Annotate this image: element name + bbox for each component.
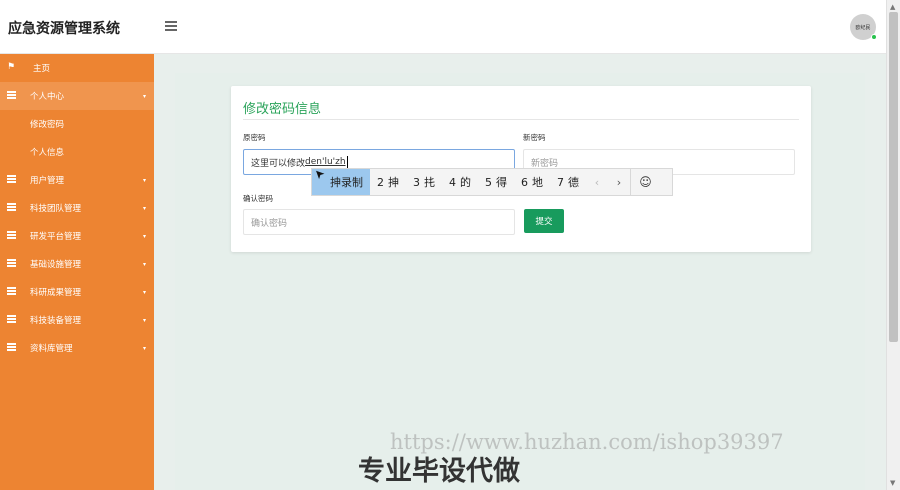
scroll-up-icon[interactable]: ▲ — [890, 3, 895, 11]
confirm-password-placeholder: 确认密码 — [251, 218, 288, 229]
watermark-text: 专业毕设代做 — [358, 456, 520, 487]
ime-emoji-icon[interactable]: ☺ — [630, 169, 660, 195]
menu-toggle-icon[interactable] — [165, 21, 177, 31]
flag-icon: ⚑ — [7, 62, 16, 72]
list-icon — [7, 91, 16, 100]
sidebar-item-database[interactable]: 资料库管理 ▾ — [0, 334, 154, 362]
sidebar-item-rd-platform[interactable]: 研发平台管理 ▾ — [0, 222, 154, 250]
ime-prev-page-icon[interactable]: ‹ — [586, 176, 608, 189]
scroll-thumb[interactable] — [889, 12, 898, 342]
sidebar-item-label: 个人中心 — [30, 92, 65, 102]
chevron-down-icon: ▾ — [142, 260, 146, 268]
sidebar-item-label: 资料库管理 — [30, 344, 73, 354]
chevron-down-icon: ▾ — [142, 204, 146, 212]
sidebar-item-home[interactable]: ⚑ 主页 — [0, 54, 154, 82]
page-scrollbar[interactable]: ▲ ▼ — [886, 0, 900, 490]
chevron-down-icon: ▾ — [142, 176, 146, 184]
top-header: 应急资源管理系统 欧纪民 — [0, 0, 886, 54]
avatar[interactable]: 欧纪民 — [850, 14, 877, 40]
sidebar-item-research-results[interactable]: 科研成果管理 ▾ — [0, 278, 154, 306]
ime-candidate-2[interactable]: 2抻 — [370, 169, 406, 195]
sidebar-item-label: 科技装备管理 — [30, 316, 82, 326]
sidebar-item-personal-center[interactable]: 个人中心 ▾ — [0, 82, 154, 110]
online-status-dot — [871, 34, 877, 40]
chevron-down-icon: ▾ — [142, 316, 146, 324]
text-caret — [346, 156, 348, 168]
new-password-label: 新密码 — [523, 133, 546, 142]
list-icon — [7, 343, 16, 352]
ime-composing-text: den'lu'zh — [305, 157, 346, 167]
divider — [243, 119, 799, 120]
avatar-text: 欧纪民 — [855, 24, 871, 31]
list-icon — [7, 231, 16, 240]
sidebar-item-label: 主页 — [33, 64, 51, 74]
sidebar: ⚑ 主页 个人中心 ▾ 修改密码 个人信息 用户管理 ▾ 科技团队管理 ▾ 研发… — [0, 54, 154, 490]
ime-candidate-6[interactable]: 6地 — [514, 169, 550, 195]
page-title: 修改密码信息 — [243, 102, 322, 117]
sidebar-subitem-personal-info[interactable]: 个人信息 — [0, 138, 154, 166]
old-password-label: 原密码 — [243, 133, 266, 142]
sidebar-item-label: 基础设施管理 — [30, 260, 82, 270]
list-icon — [7, 203, 16, 212]
chevron-down-icon: ▾ — [142, 288, 146, 296]
ime-candidate-3[interactable]: 3扥 — [406, 169, 442, 195]
list-icon — [7, 287, 16, 296]
sidebar-subitem-change-password[interactable]: 修改密码 — [0, 110, 154, 138]
ime-candidate-5[interactable]: 5得 — [478, 169, 514, 195]
ime-candidate-bar: 抻录制 2抻 3扥 4的 5得 6地 7德 ‹ › ☺ — [311, 168, 673, 196]
chevron-down-icon: ▾ — [142, 92, 146, 100]
sidebar-item-label: 用户管理 — [30, 176, 65, 186]
old-password-value: 这里可以修改 — [251, 158, 306, 169]
app-title: 应急资源管理系统 — [8, 21, 120, 37]
confirm-password-label: 确认密码 — [243, 194, 273, 203]
new-password-placeholder: 新密码 — [531, 158, 559, 169]
sidebar-item-label: 科技团队管理 — [30, 204, 82, 214]
chevron-down-icon: ▾ — [142, 232, 146, 240]
scroll-down-icon[interactable]: ▼ — [890, 479, 895, 487]
confirm-password-input[interactable]: 确认密码 — [243, 209, 515, 235]
sidebar-item-infrastructure[interactable]: 基础设施管理 ▾ — [0, 250, 154, 278]
sidebar-item-user-management[interactable]: 用户管理 ▾ — [0, 166, 154, 194]
sidebar-item-tech-equipment[interactable]: 科技装备管理 ▾ — [0, 306, 154, 334]
chevron-down-icon: ▾ — [142, 344, 146, 352]
list-icon — [7, 259, 16, 268]
sidebar-item-label: 研发平台管理 — [30, 232, 82, 242]
ime-next-page-icon[interactable]: › — [608, 176, 630, 189]
submit-button[interactable]: 提交 — [524, 209, 564, 233]
sidebar-item-label: 科研成果管理 — [30, 288, 82, 298]
sidebar-item-tech-team[interactable]: 科技团队管理 ▾ — [0, 194, 154, 222]
list-icon — [7, 315, 16, 324]
ime-candidate-7[interactable]: 7德 — [550, 169, 586, 195]
ime-candidate-4[interactable]: 4的 — [442, 169, 478, 195]
list-icon — [7, 175, 16, 184]
